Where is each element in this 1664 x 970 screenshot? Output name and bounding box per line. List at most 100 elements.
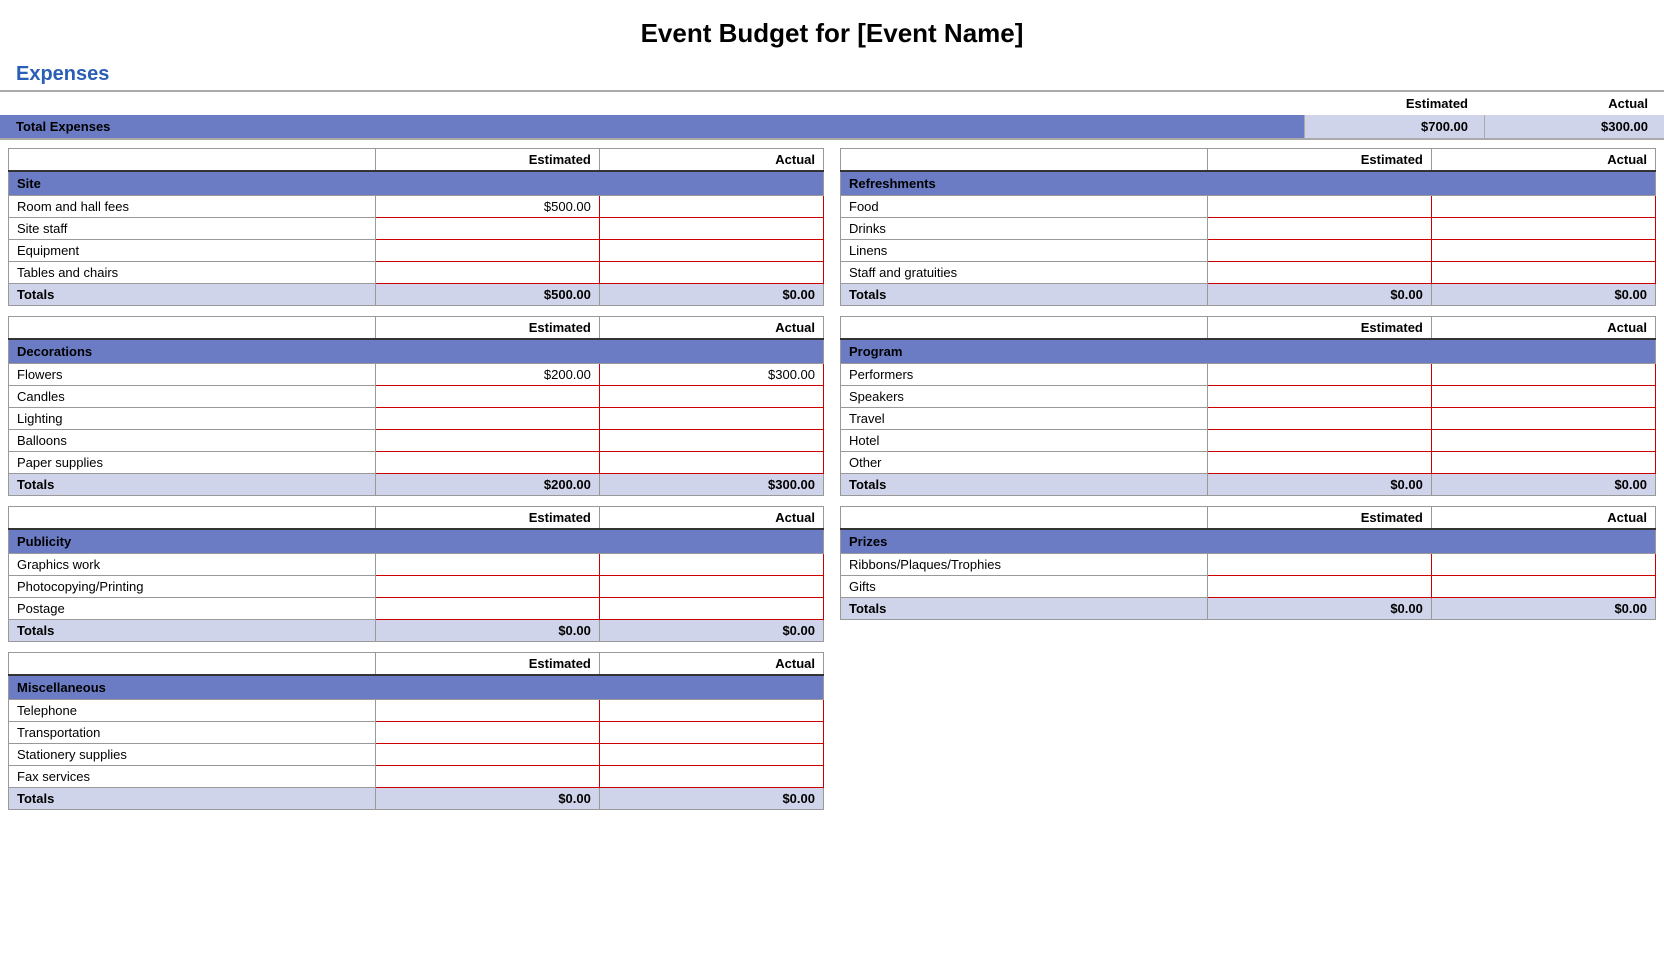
- site-col-header-estimated: Estimated: [375, 149, 599, 172]
- top-bar: Estimated Actual Total Expenses $700.00 …: [0, 90, 1664, 140]
- site-totals-row: Totals $500.00 $0.00: [9, 284, 824, 306]
- publicity-col-header-row: Estimated Actual: [9, 507, 824, 530]
- dec-item-0-estimated[interactable]: $200.00: [375, 364, 599, 386]
- site-col-header-actual: Actual: [599, 149, 823, 172]
- site-item-3-estimated[interactable]: [375, 262, 599, 284]
- prog-item-3-estimated[interactable]: [1207, 430, 1431, 452]
- misc-item-1-actual[interactable]: [599, 722, 823, 744]
- prog-item-0-actual[interactable]: [1431, 364, 1655, 386]
- pub-totals-estimated: $0.00: [375, 620, 599, 642]
- misc-header-row: Miscellaneous: [9, 675, 824, 700]
- prizes-header-row: Prizes: [841, 529, 1656, 554]
- dec-totals-estimated: $200.00: [375, 474, 599, 496]
- site-header-label: Site: [9, 171, 824, 196]
- ref-col-actual: Actual: [1431, 149, 1655, 172]
- table-row: Staff and gratuities: [841, 262, 1656, 284]
- pub-item-1-estimated[interactable]: [375, 576, 599, 598]
- prog-item-4-actual[interactable]: [1431, 452, 1655, 474]
- table-row: Paper supplies: [9, 452, 824, 474]
- ref-item-3-actual[interactable]: [1431, 262, 1655, 284]
- prog-item-1-label: Speakers: [841, 386, 1208, 408]
- misc-col-estimated: Estimated: [375, 653, 599, 676]
- prog-totals-label: Totals: [841, 474, 1208, 496]
- right-col: Estimated Actual Refreshments Food Drink…: [832, 140, 1664, 818]
- site-totals-estimated: $500.00: [375, 284, 599, 306]
- misc-item-1-estimated[interactable]: [375, 722, 599, 744]
- prizes-item-1-label: Gifts: [841, 576, 1208, 598]
- table-row: Telephone: [9, 700, 824, 722]
- site-item-1-estimated[interactable]: [375, 218, 599, 240]
- misc-totals-estimated: $0.00: [375, 788, 599, 810]
- ref-item-1-actual[interactable]: [1431, 218, 1655, 240]
- site-item-0-label: Room and hall fees: [9, 196, 376, 218]
- site-item-2-estimated[interactable]: [375, 240, 599, 262]
- ref-item-3-estimated[interactable]: [1207, 262, 1431, 284]
- misc-item-3-estimated[interactable]: [375, 766, 599, 788]
- ref-item-2-actual[interactable]: [1431, 240, 1655, 262]
- dec-item-4-estimated[interactable]: [375, 452, 599, 474]
- pub-totals-actual: $0.00: [599, 620, 823, 642]
- ref-item-1-estimated[interactable]: [1207, 218, 1431, 240]
- site-item-1-label: Site staff: [9, 218, 376, 240]
- total-expenses-row: Total Expenses $700.00 $300.00: [0, 115, 1664, 138]
- dec-item-1-estimated[interactable]: [375, 386, 599, 408]
- misc-item-2-actual[interactable]: [599, 744, 823, 766]
- prog-item-4-estimated[interactable]: [1207, 452, 1431, 474]
- misc-totals-label: Totals: [9, 788, 376, 810]
- refreshments-totals-row: Totals $0.00 $0.00: [841, 284, 1656, 306]
- pub-item-0-label: Graphics work: [9, 554, 376, 576]
- misc-col-actual: Actual: [599, 653, 823, 676]
- misc-item-0-actual[interactable]: [599, 700, 823, 722]
- prog-totals-estimated: $0.00: [1207, 474, 1431, 496]
- dec-item-0-label: Flowers: [9, 364, 376, 386]
- site-totals-label: Totals: [9, 284, 376, 306]
- ref-item-0-estimated[interactable]: [1207, 196, 1431, 218]
- pub-item-2-actual[interactable]: [599, 598, 823, 620]
- dec-item-4-actual[interactable]: [599, 452, 823, 474]
- dec-totals-actual: $300.00: [599, 474, 823, 496]
- prog-item-1-actual[interactable]: [1431, 386, 1655, 408]
- ref-item-0-actual[interactable]: [1431, 196, 1655, 218]
- refreshments-table: Estimated Actual Refreshments Food Drink…: [840, 148, 1656, 306]
- site-item-1-actual[interactable]: [599, 218, 823, 240]
- pub-item-0-estimated[interactable]: [375, 554, 599, 576]
- misc-item-2-estimated[interactable]: [375, 744, 599, 766]
- prizes-col-actual: Actual: [1431, 507, 1655, 530]
- actual-col-header: Actual: [1484, 92, 1664, 115]
- dec-item-0-actual[interactable]: $300.00: [599, 364, 823, 386]
- dec-item-2-actual[interactable]: [599, 408, 823, 430]
- prog-item-2-actual[interactable]: [1431, 408, 1655, 430]
- decorations-header-row: Decorations: [9, 339, 824, 364]
- prizes-item-1-actual[interactable]: [1431, 576, 1655, 598]
- misc-item-3-actual[interactable]: [599, 766, 823, 788]
- prog-item-1-estimated[interactable]: [1207, 386, 1431, 408]
- table-row: Transportation: [9, 722, 824, 744]
- pub-col-actual: Actual: [599, 507, 823, 530]
- prog-totals-actual: $0.00: [1431, 474, 1655, 496]
- dec-item-3-estimated[interactable]: [375, 430, 599, 452]
- ref-item-2-estimated[interactable]: [1207, 240, 1431, 262]
- prizes-header-label: Prizes: [841, 529, 1656, 554]
- prizes-item-0-estimated[interactable]: [1207, 554, 1431, 576]
- misc-item-0-estimated[interactable]: [375, 700, 599, 722]
- pub-item-2-estimated[interactable]: [375, 598, 599, 620]
- expenses-heading: Expenses: [0, 59, 1664, 90]
- prizes-item-0-actual[interactable]: [1431, 554, 1655, 576]
- prog-item-2-estimated[interactable]: [1207, 408, 1431, 430]
- dec-item-2-estimated[interactable]: [375, 408, 599, 430]
- dec-col-estimated: Estimated: [375, 317, 599, 340]
- prog-item-3-actual[interactable]: [1431, 430, 1655, 452]
- prizes-col-estimated: Estimated: [1207, 507, 1431, 530]
- pub-item-0-actual[interactable]: [599, 554, 823, 576]
- pub-item-1-actual[interactable]: [599, 576, 823, 598]
- site-item-2-actual[interactable]: [599, 240, 823, 262]
- site-item-0-actual[interactable]: [599, 196, 823, 218]
- misc-item-3-label: Fax services: [9, 766, 376, 788]
- prizes-totals-row: Totals $0.00 $0.00: [841, 598, 1656, 620]
- prizes-item-1-estimated[interactable]: [1207, 576, 1431, 598]
- dec-item-1-actual[interactable]: [599, 386, 823, 408]
- site-item-0-estimated[interactable]: $500.00: [375, 196, 599, 218]
- dec-item-3-actual[interactable]: [599, 430, 823, 452]
- site-item-3-actual[interactable]: [599, 262, 823, 284]
- prog-item-0-estimated[interactable]: [1207, 364, 1431, 386]
